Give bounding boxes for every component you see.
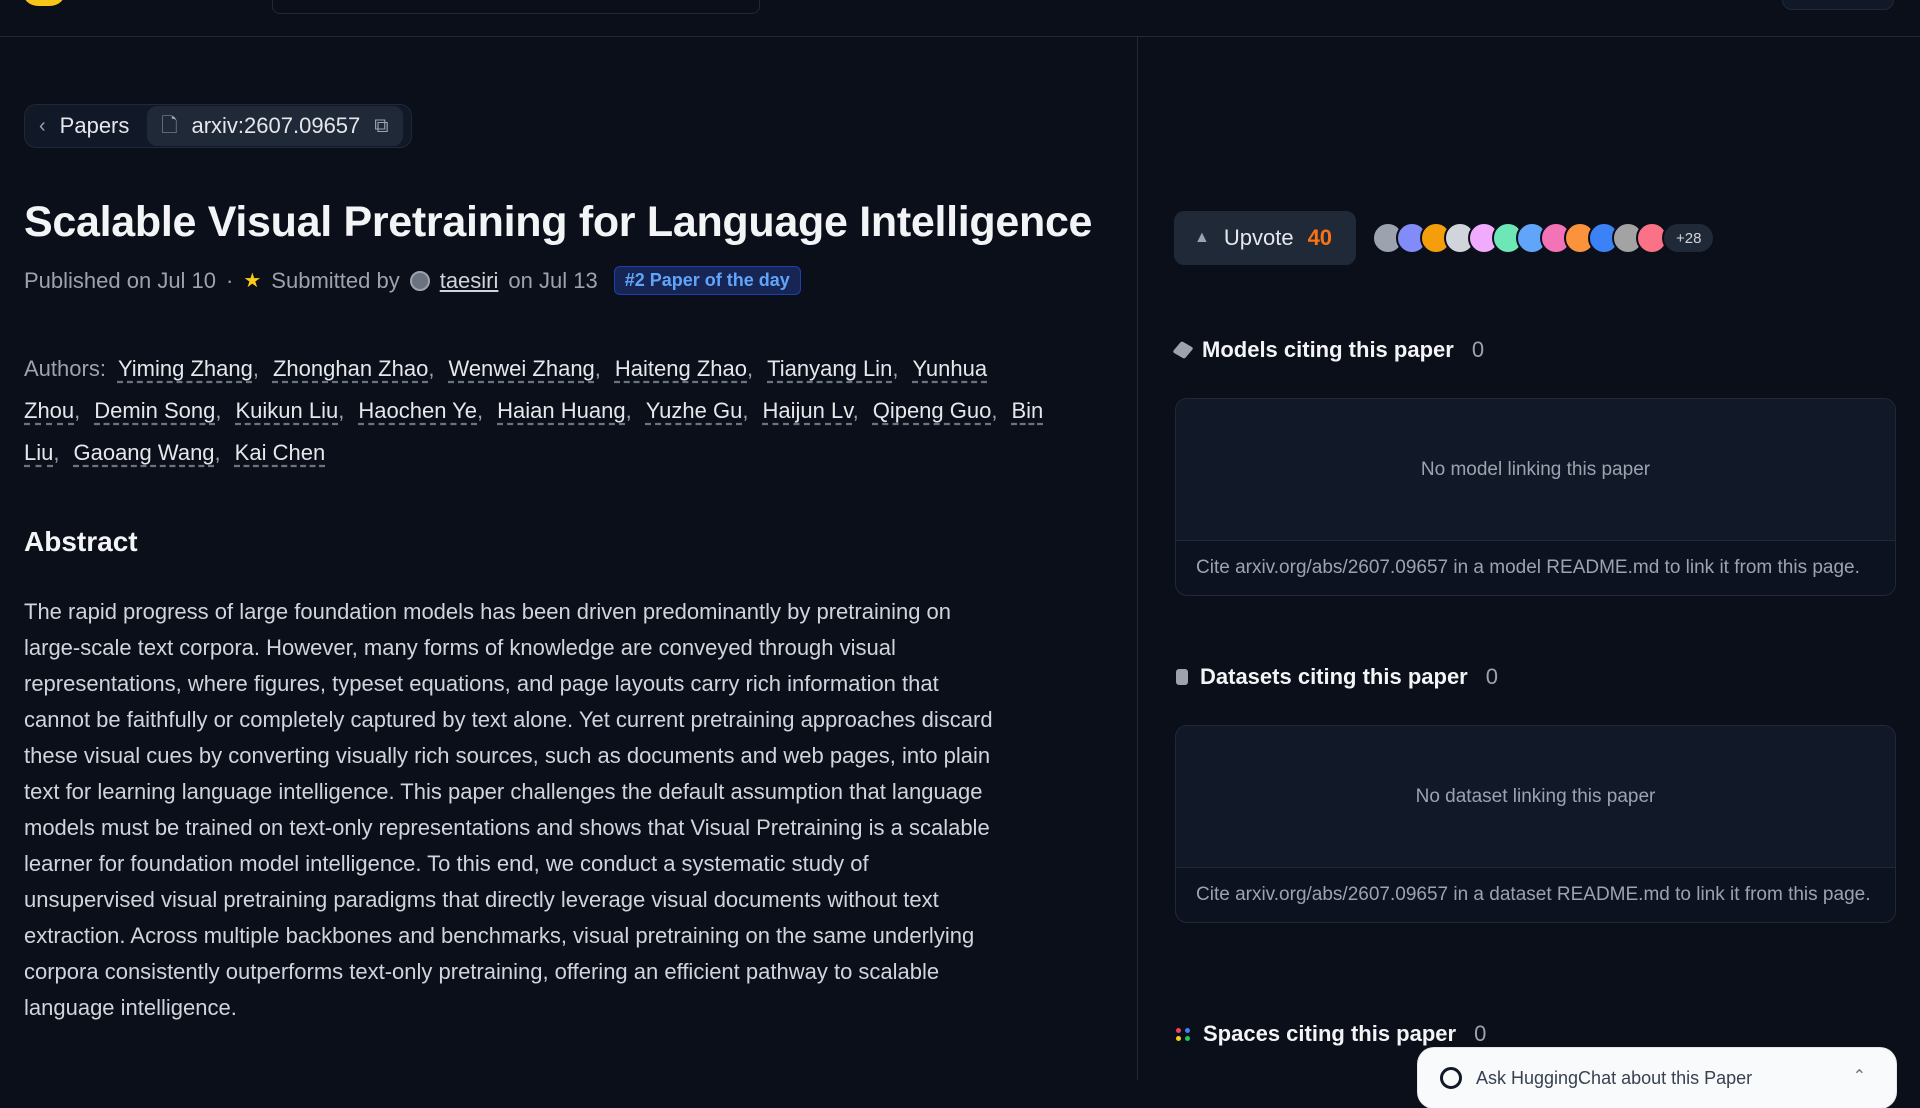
author-separator: , xyxy=(742,398,749,423)
star-icon: ★ xyxy=(243,270,262,292)
author-separator: , xyxy=(594,356,601,381)
models-section-heading: Models citing this paper 0 xyxy=(1172,337,1485,363)
datasets-hint: Cite arxiv.org/abs/2607.09657 in a datas… xyxy=(1196,884,1871,905)
datasets-card: No dataset linking this paper Cite arxiv… xyxy=(1175,725,1896,923)
author-separator: , xyxy=(852,398,859,423)
datasets-count: 0 xyxy=(1485,664,1498,689)
models-heading: Models citing this paper xyxy=(1202,337,1454,362)
document-icon: 🗋 xyxy=(161,115,178,137)
back-to-papers-link[interactable]: ‹ Papers xyxy=(39,113,147,139)
spaces-heading: Spaces citing this paper xyxy=(1203,1021,1457,1046)
submitted-date: on Jul 13 xyxy=(508,267,598,293)
submitted-by-label: Submitted by xyxy=(271,267,400,293)
author-link[interactable]: Qipeng Guo xyxy=(873,398,992,423)
author-separator: , xyxy=(625,398,632,423)
author-link[interactable]: Haijun Lv xyxy=(762,398,852,423)
authors-label: Authors: xyxy=(24,356,106,381)
paper-of-the-day-badge[interactable]: #2 Paper of the day xyxy=(613,266,801,295)
arxiv-id-chip[interactable]: 🗋 arxiv:2607.09657 ⧉ xyxy=(147,106,403,146)
author-link[interactable]: Yuzhe Gu xyxy=(646,398,743,423)
upvote-button[interactable]: ▲ Upvote 40 xyxy=(1174,211,1356,265)
abstract-heading: Abstract xyxy=(24,526,138,557)
author-separator: , xyxy=(53,440,60,465)
chat-placeholder: Ask HuggingChat about this Paper xyxy=(1476,1067,1753,1088)
breadcrumb: ‹ Papers 🗋 arxiv:2607.09657 ⧉ xyxy=(24,104,412,148)
author-separator: , xyxy=(892,356,899,381)
author-link[interactable]: Haiteng Zhao xyxy=(615,356,747,381)
author-separator: , xyxy=(338,398,345,423)
cube-icon xyxy=(1172,341,1194,359)
models-card: No model linking this paper Cite arxiv.o… xyxy=(1175,398,1896,596)
chevron-left-icon: ‹ xyxy=(39,115,46,137)
published-date: Published on Jul 10 xyxy=(24,267,217,293)
author-separator: , xyxy=(214,440,221,465)
models-empty: No model linking this paper xyxy=(1176,399,1895,541)
author-link[interactable]: Kuikun Liu xyxy=(235,398,338,423)
author-separator: , xyxy=(991,398,998,423)
arxiv-id: arxiv:2607.09657 xyxy=(191,113,361,138)
abstract-text: The rapid progress of large foundation m… xyxy=(24,599,993,1020)
spaces-count: 0 xyxy=(1474,1021,1487,1046)
voter-avatars[interactable]: +28 xyxy=(1372,222,1716,254)
author-separator: , xyxy=(252,356,259,381)
authors-list: Authors: Yiming Zhang, Zhonghan Zhao, Wenwe… xyxy=(24,348,1084,474)
hf-logo-icon[interactable] xyxy=(22,0,66,6)
paper-meta: Published on Jul 10 · ★ Submitted by tae… xyxy=(24,266,801,295)
huggingchat-prompt[interactable]: Ask HuggingChat about this Paper ⌃ xyxy=(1418,1048,1896,1108)
author-separator: , xyxy=(215,398,222,423)
author-link[interactable]: Wenwei Zhang xyxy=(448,356,594,381)
spaces-section-heading: Spaces citing this paper 0 xyxy=(1176,1021,1486,1047)
chat-icon xyxy=(1440,1067,1462,1089)
database-icon xyxy=(1176,669,1188,685)
top-navbar xyxy=(0,0,1920,37)
user-menu-button[interactable] xyxy=(1782,0,1894,10)
more-voters-count[interactable]: +28 xyxy=(1662,222,1716,254)
models-hint: Cite arxiv.org/abs/2607.09657 in a model… xyxy=(1196,557,1860,578)
author-link[interactable]: Haian Huang xyxy=(497,398,625,423)
author-link[interactable]: Tianyang Lin xyxy=(767,356,892,381)
submitter-avatar[interactable] xyxy=(409,270,430,291)
author-link[interactable]: Zhonghan Zhao xyxy=(273,356,428,381)
author-link[interactable]: Demin Song xyxy=(94,398,215,423)
submitter-link[interactable]: taesiri xyxy=(440,268,499,294)
meta-separator: · xyxy=(226,267,234,293)
datasets-section-heading: Datasets citing this paper 0 xyxy=(1176,664,1498,690)
author-link[interactable]: Yiming Zhang xyxy=(118,356,253,381)
models-count: 0 xyxy=(1471,337,1485,362)
author-separator: , xyxy=(477,398,484,423)
author-separator: , xyxy=(74,398,81,423)
author-separator: , xyxy=(428,356,435,381)
author-separator: , xyxy=(747,356,754,381)
author-link[interactable]: Gaoang Wang xyxy=(73,440,214,465)
back-label: Papers xyxy=(59,113,130,138)
author-link[interactable]: Kai Chen xyxy=(235,440,326,465)
copy-icon[interactable]: ⧉ xyxy=(374,116,388,136)
upvote-count: 40 xyxy=(1307,225,1333,250)
author-link[interactable]: Haochen Ye xyxy=(358,398,477,423)
column-divider xyxy=(1137,37,1138,1080)
datasets-heading: Datasets citing this paper xyxy=(1200,664,1468,689)
upvote-triangle-icon: ▲ xyxy=(1194,229,1210,246)
chevron-up-icon[interactable]: ⌃ xyxy=(1853,1066,1866,1086)
page-title: Scalable Visual Pretraining for Language… xyxy=(24,198,1093,246)
search-input[interactable] xyxy=(272,0,760,14)
spaces-icon xyxy=(1176,1027,1191,1041)
datasets-empty: No dataset linking this paper xyxy=(1176,726,1895,868)
upvote-label: Upvote xyxy=(1223,225,1294,250)
